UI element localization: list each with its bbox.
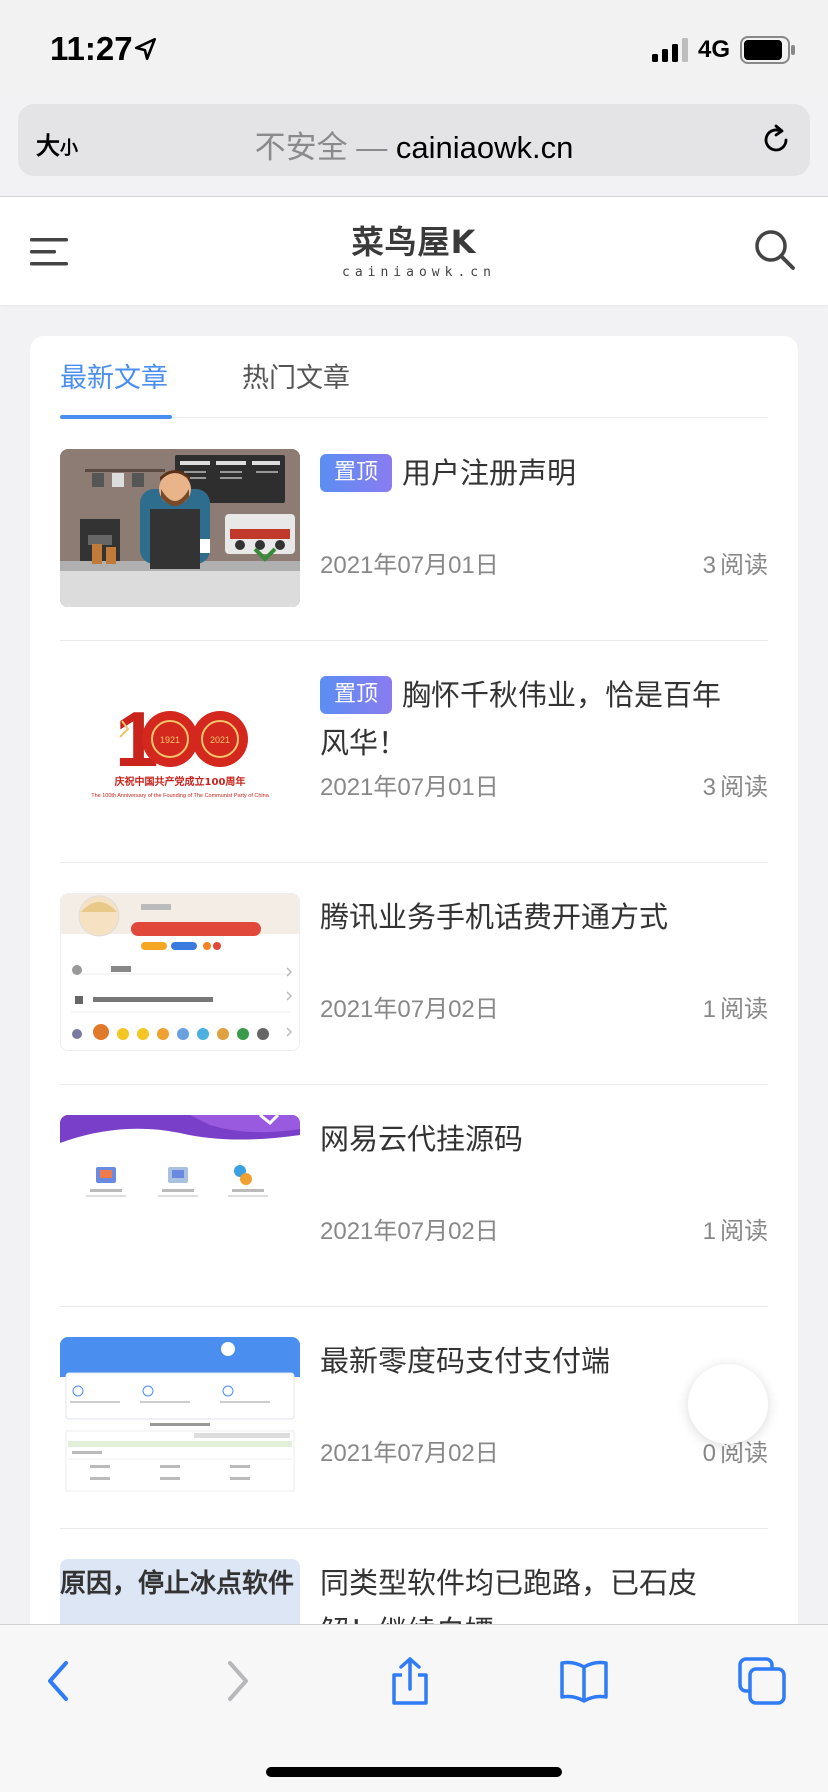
article-thumbnail[interactable] [60,893,300,1051]
article-thumbnail[interactable] [60,1337,300,1495]
article-item[interactable]: 网易云代挂源码 2021年07月02日 1 阅读 [60,1085,768,1307]
web-template-screenshot [60,1115,300,1197]
reload-icon[interactable] [758,122,794,158]
article-title-text: 用户注册声明 [402,456,577,490]
emblem-caption-en: The 100th Anniversary of the Founding of… [91,793,269,799]
article-date: 2021年07月01日 [320,774,499,801]
tab-label: 最新文章 [60,363,168,394]
read-label: 阅读 [720,996,768,1023]
article-thumbnail[interactable]: 1 1921 2021 庆祝中国共产党成立100周年 The 100th Ann… [60,671,300,829]
bookmarks-icon[interactable] [560,1657,608,1705]
address-bar[interactable]: 大小 不安全 — cainiaowk.cn [18,104,810,176]
article-item[interactable]: 置顶 用户注册声明 2021年07月01日 3 阅读 [60,419,768,641]
url-domain: cainiaowk.cn [395,130,574,165]
article-item[interactable]: 1 1921 2021 庆祝中国共产党成立100周年 The 100th Ann… [60,641,768,863]
site-header: 菜鸟屋K cainiaowk.cn [0,197,828,305]
article-reads: 3 阅读 [703,545,768,580]
article-reads: 3 阅读 [703,767,768,802]
tab-label: 热门文章 [242,363,350,394]
article-title[interactable]: 腾讯业务手机话费开通方式 [320,893,750,941]
article-title[interactable]: 置顶 用户注册声明 [320,449,750,497]
article-reads: 1 阅读 [703,1211,768,1246]
article-title[interactable]: 最新零度码支付支付端 [320,1337,750,1385]
share-icon[interactable] [386,1657,434,1705]
anniversary-emblem: 1 1921 2021 庆祝中国共产党成立100周年 The 100th Ann… [91,695,269,799]
read-count: 3 [702,774,716,801]
network-type: 4G [698,36,731,63]
article-thumbnail[interactable] [60,1115,300,1273]
article-item[interactable]: 最新零度码支付支付端 2021年07月02日 0 阅读 [60,1307,768,1529]
forward-icon[interactable] [212,1657,260,1705]
back-icon[interactable] [36,1657,84,1705]
article-date: 2021年07月02日 [320,1218,499,1245]
article-item[interactable]: 腾讯业务手机话费开通方式 2021年07月02日 1 阅读 [60,863,768,1085]
floating-action-button[interactable] [688,1364,768,1444]
read-count: 1 [702,996,716,1023]
logo-subtext: cainiaowk.cn [342,265,496,280]
tabs-icon[interactable] [738,1657,786,1705]
pinned-badge: 置顶 [320,454,393,492]
profile-screenshot [61,894,299,1040]
thumbnail-caption: 原因，停止冰点软件 [60,1569,295,1599]
article-title-text: 网易云代挂源码 [320,1122,524,1156]
home-indicator [266,1767,562,1777]
read-label: 阅读 [720,552,768,579]
article-date: 2021年07月02日 [320,1440,499,1467]
article-reads: 1 阅读 [703,989,768,1024]
article-title[interactable]: 网易云代挂源码 [320,1115,750,1163]
read-count: 3 [702,552,716,579]
read-count: 1 [702,1218,716,1245]
article-title-text: 最新零度码支付支付端 [320,1344,611,1378]
article-date: 2021年07月02日 [320,996,499,1023]
article-list-card: 最新文章 热门文章 置顶 用户注册声明 2021年07月01日 3 阅读 1 1… [30,336,798,1656]
article-title-text: 腾讯业务手机话费开通方式 [320,900,669,934]
url-display[interactable]: 不安全 — cainiaowk.cn [18,122,810,167]
read-label: 阅读 [720,1440,768,1467]
barista-illustration [60,449,300,607]
status-time: 11:27 [50,30,133,67]
read-count: 0 [702,1440,716,1467]
site-logo[interactable]: 菜鸟屋K cainiaowk.cn [342,217,496,287]
tab-latest[interactable]: 最新文章 [60,356,172,419]
article-thumbnail[interactable] [60,449,300,607]
svg-text:1921: 1921 [160,735,180,745]
article-tabs: 最新文章 热门文章 [60,336,768,419]
tab-popular[interactable]: 热门文章 [242,356,350,418]
url-security-label: 不安全 — [254,130,396,165]
article-date: 2021年07月01日 [320,552,499,579]
menu-icon[interactable] [28,231,70,271]
status-bar: 11:27 4G [0,0,828,96]
svg-text:2021: 2021 [210,735,230,745]
read-label: 阅读 [720,1218,768,1245]
cellular-signal-icon [652,38,688,62]
search-icon[interactable] [752,227,796,271]
pinned-badge: 置顶 [320,676,393,714]
location-arrow-icon [134,37,156,61]
logo-text: 菜鸟屋K [351,223,477,261]
battery-icon [740,36,795,64]
payment-dashboard-screenshot [60,1337,300,1492]
emblem-caption-cn: 庆祝中国共产党成立100周年 [114,775,246,788]
browser-toolbar [0,1624,828,1792]
read-label: 阅读 [720,774,768,801]
article-title[interactable]: 置顶 胸怀千秋伟业，恰是百年风华！ [320,671,750,767]
